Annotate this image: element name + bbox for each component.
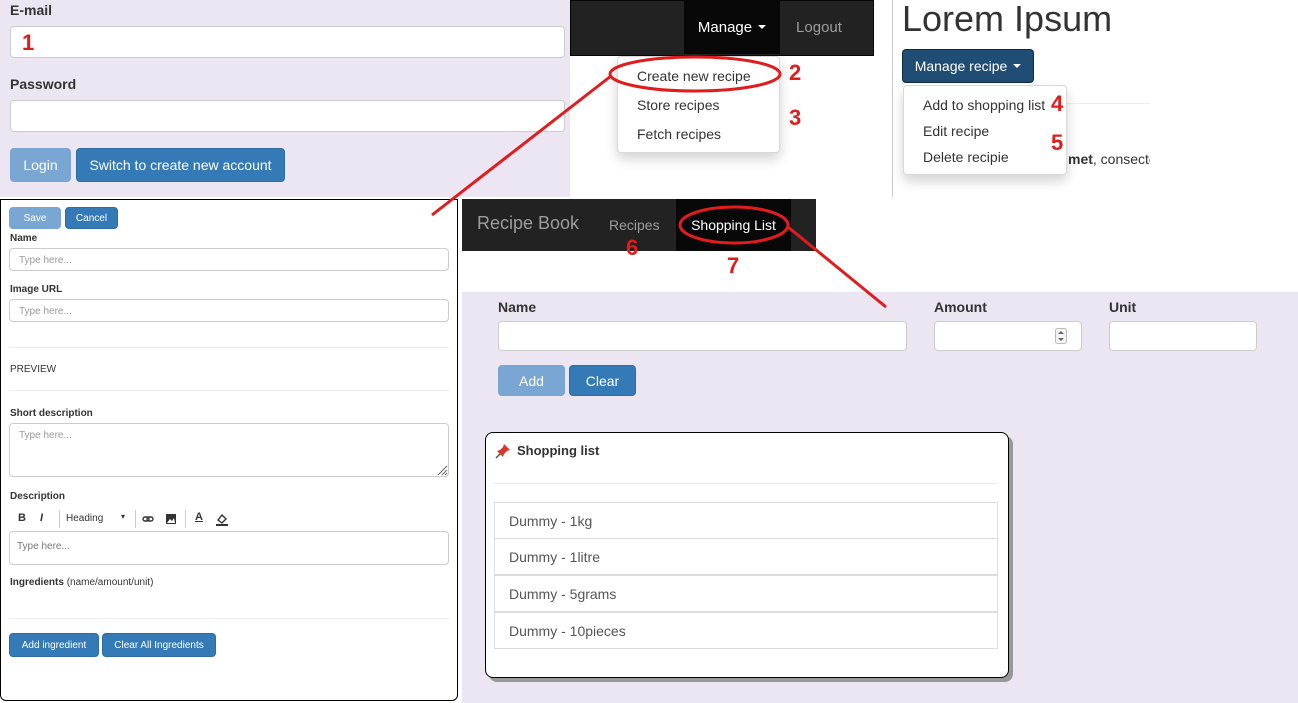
description-editor[interactable]: Type here...	[9, 531, 449, 565]
menu-item-edit-recipe[interactable]: Edit recipe	[923, 123, 989, 139]
save-button[interactable]: Save	[9, 207, 61, 229]
list-item[interactable]: Dummy - 1litre	[494, 538, 998, 575]
name-label: Name	[10, 233, 38, 244]
annotation-number: 7	[727, 253, 740, 278]
shopping-name-input[interactable]	[498, 321, 907, 351]
manage-dropdown-toggle[interactable]: Manage	[684, 0, 780, 54]
heading-select[interactable]: Heading	[66, 513, 103, 524]
nav-shopping-list[interactable]: Shopping List	[676, 199, 791, 251]
recipe-title: Lorem Ipsum	[902, 0, 1113, 39]
text-color-icon[interactable]: A	[195, 511, 203, 523]
short-description-textarea[interactable]: Type here...	[9, 423, 449, 477]
clear-button[interactable]: Clear	[569, 365, 636, 396]
description-label: Description	[10, 491, 66, 502]
name-label: Name	[498, 299, 537, 315]
toolbar-separator	[185, 510, 186, 528]
bold-button[interactable]: B	[18, 512, 26, 524]
pushpin-icon	[495, 444, 510, 459]
chevron-down-icon: ▾	[121, 512, 126, 521]
annotation-number: 1	[22, 30, 35, 55]
amount-label: Amount	[934, 299, 987, 315]
image-url-input[interactable]: Type here...	[9, 299, 449, 322]
menu-item-create-recipe[interactable]: Create new recipe	[637, 68, 751, 84]
nav-recipes[interactable]: Recipes	[609, 217, 660, 233]
link-icon[interactable]	[142, 513, 154, 525]
editor-toolbar: B I Heading ▾ A	[9, 508, 449, 530]
manage-recipe-button[interactable]: Manage recipe	[902, 49, 1034, 83]
short-description-label: Short description	[10, 408, 93, 419]
unit-label: Unit	[1109, 299, 1137, 315]
toolbar-separator	[59, 510, 60, 528]
divider	[494, 483, 998, 484]
manage-recipe-label: Manage recipe	[914, 58, 1008, 74]
shopping-list-title: Shopping list	[517, 443, 600, 458]
caret-down-icon	[1013, 64, 1022, 68]
divider	[9, 618, 449, 619]
unit-input[interactable]	[1109, 321, 1257, 351]
menu-item-fetch-recipes[interactable]: Fetch recipes	[637, 126, 721, 142]
manage-label: Manage	[697, 18, 753, 36]
image-icon[interactable]	[165, 513, 177, 525]
divider	[9, 390, 449, 391]
manage-menu: Create new recipe Store recipes Fetch re…	[617, 56, 780, 153]
login-panel: E-mail Password Login Switch to create n…	[0, 0, 570, 197]
menu-item-store-recipes[interactable]: Store recipes	[637, 97, 719, 113]
list-item[interactable]: Dummy - 5grams	[494, 575, 998, 612]
cancel-button[interactable]: Cancel	[65, 207, 118, 229]
toolbar-separator	[135, 510, 136, 528]
login-button[interactable]: Login	[10, 148, 71, 182]
email-label: E-mail	[10, 2, 53, 18]
clear-ingredients-button[interactable]: Clear All Ingredients	[102, 633, 216, 657]
list-item[interactable]: Dummy - 10pieces	[494, 612, 998, 649]
annotation-number: 6	[626, 235, 639, 260]
annotation-number: 4	[1051, 91, 1064, 116]
amount-stepper[interactable]	[934, 321, 1082, 351]
add-button[interactable]: Add	[498, 365, 565, 396]
brand-link[interactable]: Recipe Book	[477, 213, 579, 234]
spinner-arrows-icon[interactable]	[1055, 328, 1067, 344]
switch-account-button[interactable]: Switch to create new account	[76, 148, 285, 182]
password-field[interactable]	[10, 100, 565, 132]
list-item[interactable]: Dummy - 1kg	[494, 502, 998, 539]
email-field[interactable]	[10, 26, 565, 58]
image-url-label: Image URL	[10, 284, 63, 295]
recipe-menu: Add to shopping list Edit recipe Delete …	[903, 85, 1067, 175]
caret-down-icon	[758, 25, 767, 29]
recipe-description-text: met, consecte	[1068, 151, 1150, 167]
annotation-number: 5	[1051, 130, 1064, 155]
password-label: Password	[10, 76, 77, 92]
logout-link[interactable]: Logout	[780, 0, 858, 54]
highlight-color-icon[interactable]	[215, 512, 229, 526]
annotation-number: 2	[789, 60, 802, 85]
menu-item-add-shopping[interactable]: Add to shopping list	[923, 97, 1045, 113]
resize-handle-icon[interactable]	[436, 464, 448, 476]
italic-button[interactable]: I	[40, 512, 43, 524]
ingredients-label: Ingredients (name/amount/unit)	[10, 577, 154, 588]
add-ingredient-button[interactable]: Add ingredient	[9, 633, 99, 657]
divider	[9, 347, 449, 348]
name-input[interactable]: Type here...	[9, 248, 449, 271]
annotation-number: 3	[789, 105, 802, 130]
preview-label: PREVIEW	[10, 364, 57, 375]
menu-item-delete-recipe[interactable]: Delete recipie	[923, 149, 1009, 165]
